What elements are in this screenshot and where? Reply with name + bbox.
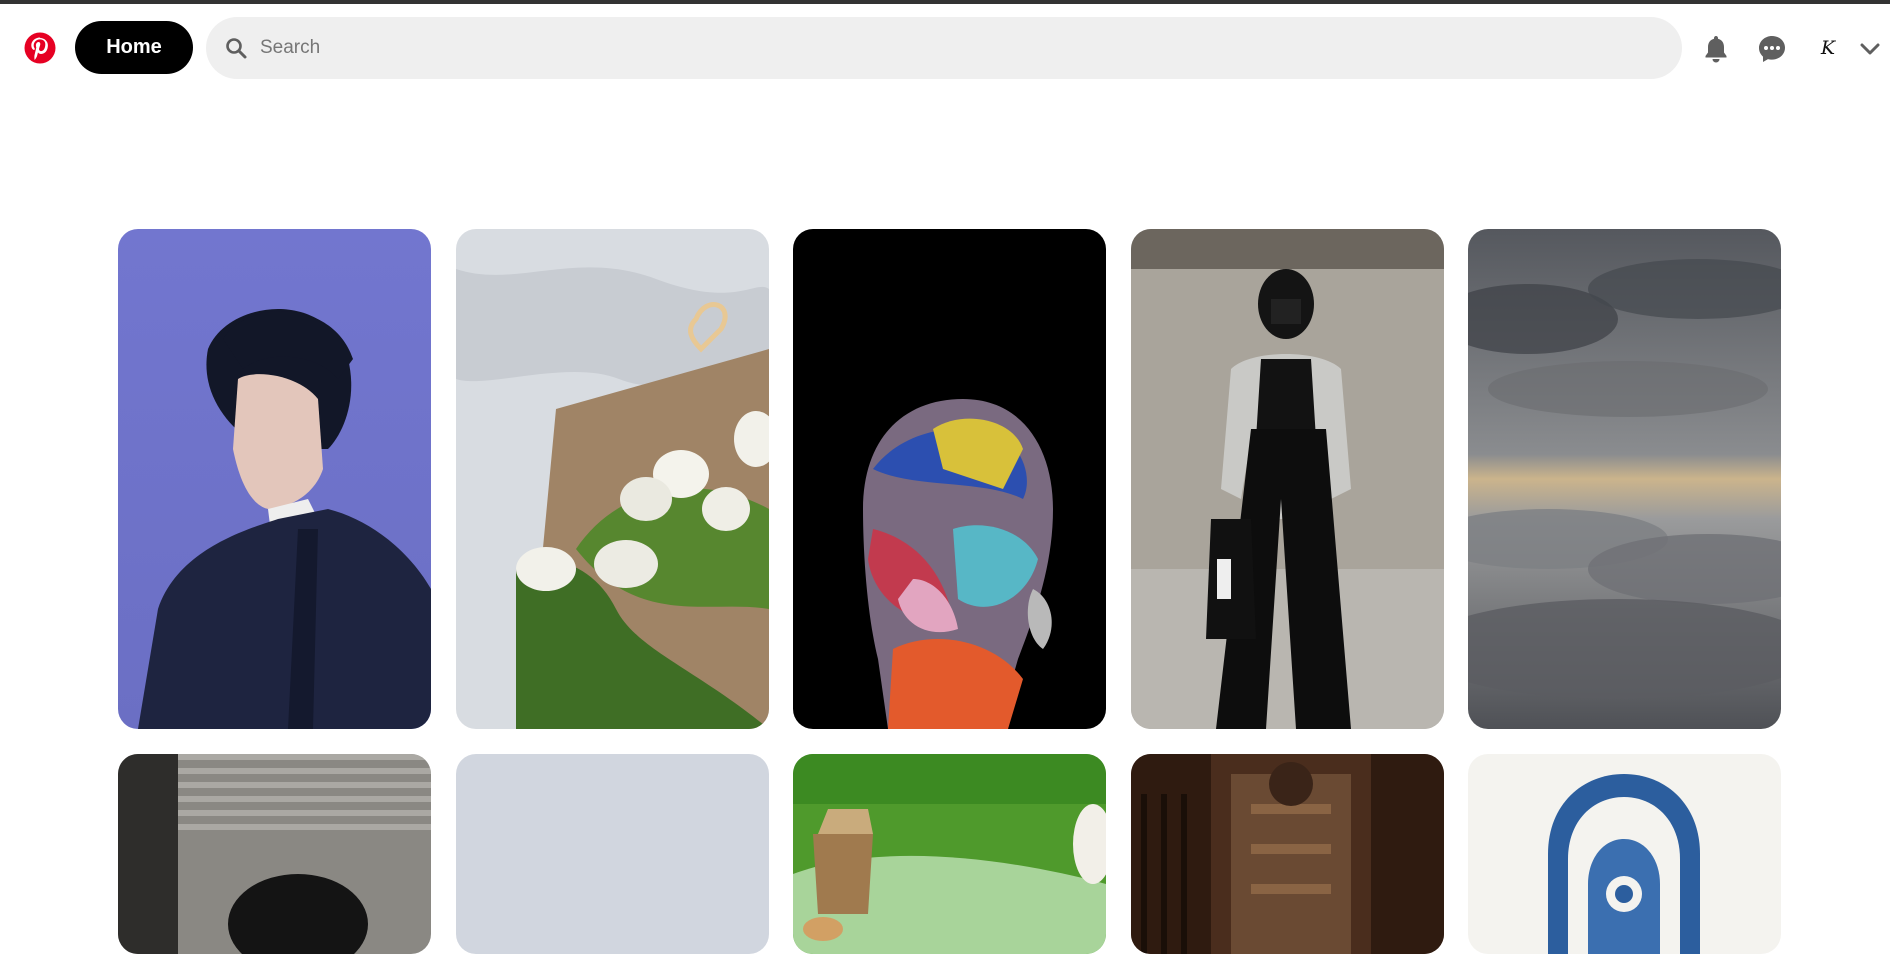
pin-picnic-grass[interactable]	[793, 754, 1106, 954]
pin-woman-black-outfit[interactable]	[1131, 229, 1444, 729]
top-navigation-bar: Home K	[0, 4, 1890, 90]
chevron-down-icon[interactable]	[1860, 42, 1880, 56]
pin-man-by-blinds[interactable]	[118, 754, 431, 954]
pin-white-tulips[interactable]	[456, 229, 769, 729]
user-avatar[interactable]: K	[1812, 32, 1844, 64]
pin-blue-floral-motif[interactable]	[1468, 754, 1781, 954]
pin-abstract-painted-face[interactable]	[793, 229, 1106, 729]
pin-library-interior[interactable]	[1131, 754, 1444, 954]
bell-icon[interactable]	[1700, 33, 1732, 65]
home-button[interactable]: Home	[75, 21, 193, 74]
pin-blank-placeholder[interactable]	[456, 754, 769, 954]
pinterest-logo-icon[interactable]	[24, 32, 56, 64]
pin-portrait-man-blue[interactable]	[118, 229, 431, 729]
pin-cloudy-sky[interactable]	[1468, 229, 1781, 729]
search-input[interactable]	[258, 36, 1642, 60]
search-icon	[226, 38, 247, 59]
search-bar[interactable]	[206, 17, 1682, 79]
chat-bubble-icon[interactable]	[1756, 33, 1788, 65]
